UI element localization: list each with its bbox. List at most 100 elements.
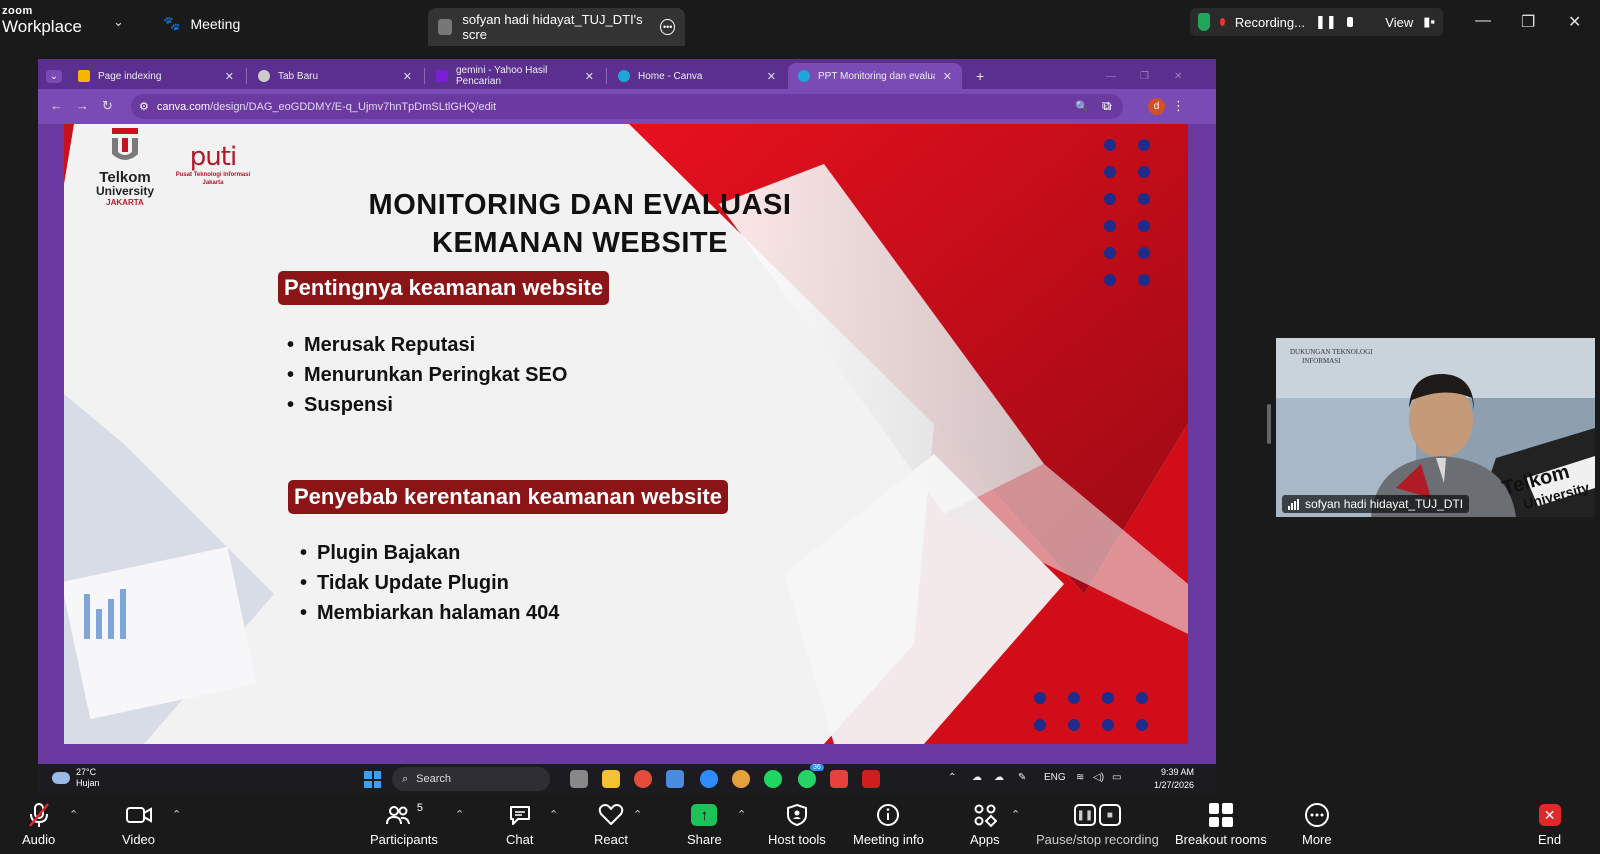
view-button[interactable]: View — [1385, 15, 1413, 30]
close-icon[interactable]: ✕ — [1164, 63, 1192, 89]
tab-separator — [606, 68, 607, 84]
restore-icon[interactable]: ❐ — [1521, 12, 1535, 32]
react-options-caret[interactable]: ⌃ — [633, 808, 642, 821]
minimize-icon[interactable]: — — [1475, 12, 1491, 30]
share-button[interactable]: ↑ Share — [687, 802, 722, 847]
tab-close-icon[interactable]: ✕ — [403, 70, 412, 83]
panel-resize-handle[interactable] — [1267, 404, 1271, 444]
more-options-icon[interactable]: ••• — [660, 19, 675, 35]
menu-kebab-icon[interactable]: ⋮ — [1172, 98, 1185, 114]
tab-close-icon[interactable]: ✕ — [767, 70, 776, 83]
participant-video-tile[interactable]: DUKUNGAN TEKNOLOGI INFORMASI Telkom Univ… — [1276, 338, 1595, 517]
volume-icon[interactable]: ◁) — [1093, 772, 1104, 783]
more-button[interactable]: More — [1302, 802, 1332, 847]
weather-widget[interactable]: 27°C Hujan — [52, 767, 100, 789]
site-info-icon[interactable]: ⚙ — [139, 100, 149, 113]
onedrive-icon[interactable]: ☁ — [972, 772, 982, 783]
end-label: End — [1538, 832, 1562, 847]
url-path: /design/DAG_eoGDDMY/E-q_Ujmv7hnTpDmSLtlG… — [210, 100, 497, 113]
tab-search-icon[interactable]: ⌄ — [42, 63, 66, 89]
windows-start-icon[interactable] — [364, 771, 381, 788]
restore-icon[interactable]: ❐ — [1130, 63, 1159, 89]
apps-button[interactable]: Apps — [970, 802, 1000, 847]
language-indicator[interactable]: ENG — [1044, 772, 1066, 783]
zoom-title-bar: zoom Workplace ⌄ 🐾 Meeting sofyan hadi h… — [0, 0, 1600, 46]
wifi-icon[interactable]: ≋ — [1076, 772, 1084, 783]
chrome-profile-icon[interactable] — [732, 770, 750, 788]
telkom-line2: University — [95, 184, 155, 198]
react-label: React — [594, 832, 628, 847]
url-domain: canva.com — [156, 100, 211, 113]
minimize-icon[interactable]: — — [1096, 63, 1126, 89]
stop-icon[interactable] — [1346, 17, 1354, 27]
recording-label: Recording... — [1234, 14, 1305, 30]
spotify-icon[interactable] — [764, 770, 782, 788]
browser-tab-active[interactable]: PPT Monitoring dan evaluasi SI ✕ — [788, 63, 962, 89]
participants-button[interactable]: 5 Participants — [370, 802, 438, 847]
tab-close-icon[interactable]: ✕ — [943, 70, 952, 83]
list-item: Membiarkan halaman 404 — [300, 598, 559, 628]
audio-button[interactable]: Audio — [22, 802, 55, 847]
avatar — [438, 19, 453, 35]
taskbar-clock[interactable]: 9:39 AM 1/27/2026 — [1154, 766, 1194, 792]
canva-icon — [618, 70, 630, 82]
breakout-rooms-button[interactable]: Breakout rooms — [1175, 802, 1267, 847]
onedrive-sync-icon[interactable]: ☁ — [994, 772, 1004, 783]
end-meeting-button[interactable]: ✕ End — [1538, 802, 1561, 847]
decorative-dots-bottom — [1034, 692, 1148, 731]
reload-icon[interactable]: ↻ — [102, 98, 113, 114]
pen-icon[interactable]: ✎ — [1018, 772, 1026, 783]
breakout-rooms-label: Breakout rooms — [1175, 832, 1267, 847]
profile-avatar[interactable]: d — [1148, 98, 1165, 115]
apps-options-caret[interactable]: ⌃ — [1011, 808, 1020, 821]
yahoo-icon — [436, 70, 448, 82]
tab-close-icon[interactable]: ✕ — [585, 70, 594, 83]
chevron-down-icon[interactable]: ⌄ — [113, 14, 124, 30]
battery-icon[interactable]: ▭ — [1112, 772, 1121, 783]
tab-close-icon[interactable]: ✕ — [225, 70, 234, 83]
forward-icon[interactable]: → — [76, 98, 89, 113]
host-tools-button[interactable]: Host tools — [768, 802, 826, 847]
react-button[interactable]: React — [594, 802, 628, 847]
whatsapp-icon[interactable] — [798, 770, 816, 788]
meeting-info-button[interactable]: Meeting info — [853, 802, 924, 847]
screen-share-tab[interactable]: sofyan hadi hidayat_TUJ_DTI's scre ••• — [428, 8, 685, 46]
chat-button[interactable]: Chat — [506, 802, 533, 847]
chat-options-caret[interactable]: ⌃ — [549, 808, 558, 821]
pause-stop-recording-button[interactable]: ❚❚ ■ Pause/stop recording — [1036, 802, 1159, 847]
meeting-label: Meeting — [190, 15, 241, 32]
address-bar[interactable]: ⚙ canva.com/design/DAG_eoGDDMY/E-q_Ujmv7… — [131, 94, 1123, 119]
extensions-icon[interactable]: ⧉ — [1102, 98, 1111, 114]
pdf-reader-icon[interactable] — [862, 770, 880, 788]
close-icon[interactable]: ✕ — [1568, 12, 1581, 32]
anydesk-icon[interactable] — [830, 770, 848, 788]
view-layout-icon[interactable]: ▮▪ — [1423, 14, 1435, 30]
file-explorer-icon[interactable] — [602, 770, 620, 788]
taskbar-search[interactable]: ⌕ Search — [392, 767, 550, 791]
browser-tab[interactable]: Tab Baru ✕ — [248, 63, 422, 89]
browser-tab[interactable]: Page indexing ✕ — [68, 63, 244, 89]
video-options-caret[interactable]: ⌃ — [172, 808, 181, 821]
analytics-icon — [78, 70, 90, 82]
chrome-icon[interactable] — [634, 770, 652, 788]
browser-tab[interactable]: gemini - Yahoo Hasil Pencarian ✕ — [426, 63, 604, 89]
zoom-app-icon[interactable] — [700, 770, 718, 788]
puti-subtitle2: Jakarta — [202, 179, 224, 186]
zoom-icon[interactable]: 🔍 — [1075, 100, 1089, 113]
video-button[interactable]: Video — [122, 802, 155, 847]
share-tab-title: sofyan hadi hidayat_TUJ_DTI's scre — [462, 12, 643, 42]
back-icon[interactable]: ← — [50, 98, 63, 113]
browser-tab[interactable]: Home - Canva ✕ — [608, 63, 786, 89]
pause-icon[interactable]: ❚❚ — [1315, 14, 1337, 30]
participants-options-caret[interactable]: ⌃ — [455, 808, 464, 821]
globe-icon — [258, 70, 270, 82]
weather-desc: Hujan — [76, 778, 100, 788]
audio-options-caret[interactable]: ⌃ — [69, 808, 78, 821]
new-tab-button[interactable]: + — [966, 63, 994, 89]
store-icon[interactable] — [666, 770, 684, 788]
tray-chevron-icon[interactable]: ⌃ — [948, 772, 956, 783]
task-view-icon[interactable] — [570, 770, 588, 788]
shield-icon[interactable] — [1198, 13, 1210, 31]
meeting-tab[interactable]: 🐾 Meeting — [163, 15, 240, 32]
share-options-caret[interactable]: ⌃ — [737, 808, 746, 821]
